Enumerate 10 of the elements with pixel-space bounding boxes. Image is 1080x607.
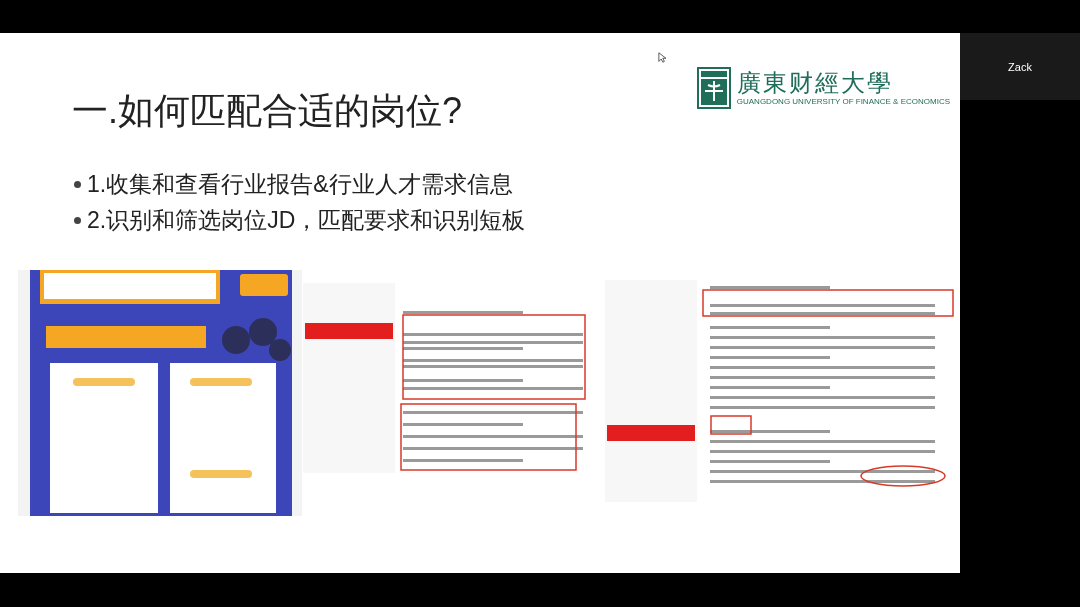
bullet-text: 1.收集和查看行业报告&行业人才需求信息 [87,170,513,199]
participant-name: Zack [1008,61,1032,75]
slide-title: 一.如何匹配合适的岗位? [72,89,463,133]
bullet-text: 2.识别和筛选岗位JD，匹配要求和识别短板 [87,206,526,235]
emblem-icon [696,67,731,109]
university-name: 廣東财經大學 [736,69,894,97]
university-name-english: GUANGDONG UNIVERSITY OF FINANCE & ECONOMICS [736,97,950,107]
bullet-icon [74,180,81,188]
bullet-icon [74,216,81,224]
cursor-icon [658,52,666,63]
